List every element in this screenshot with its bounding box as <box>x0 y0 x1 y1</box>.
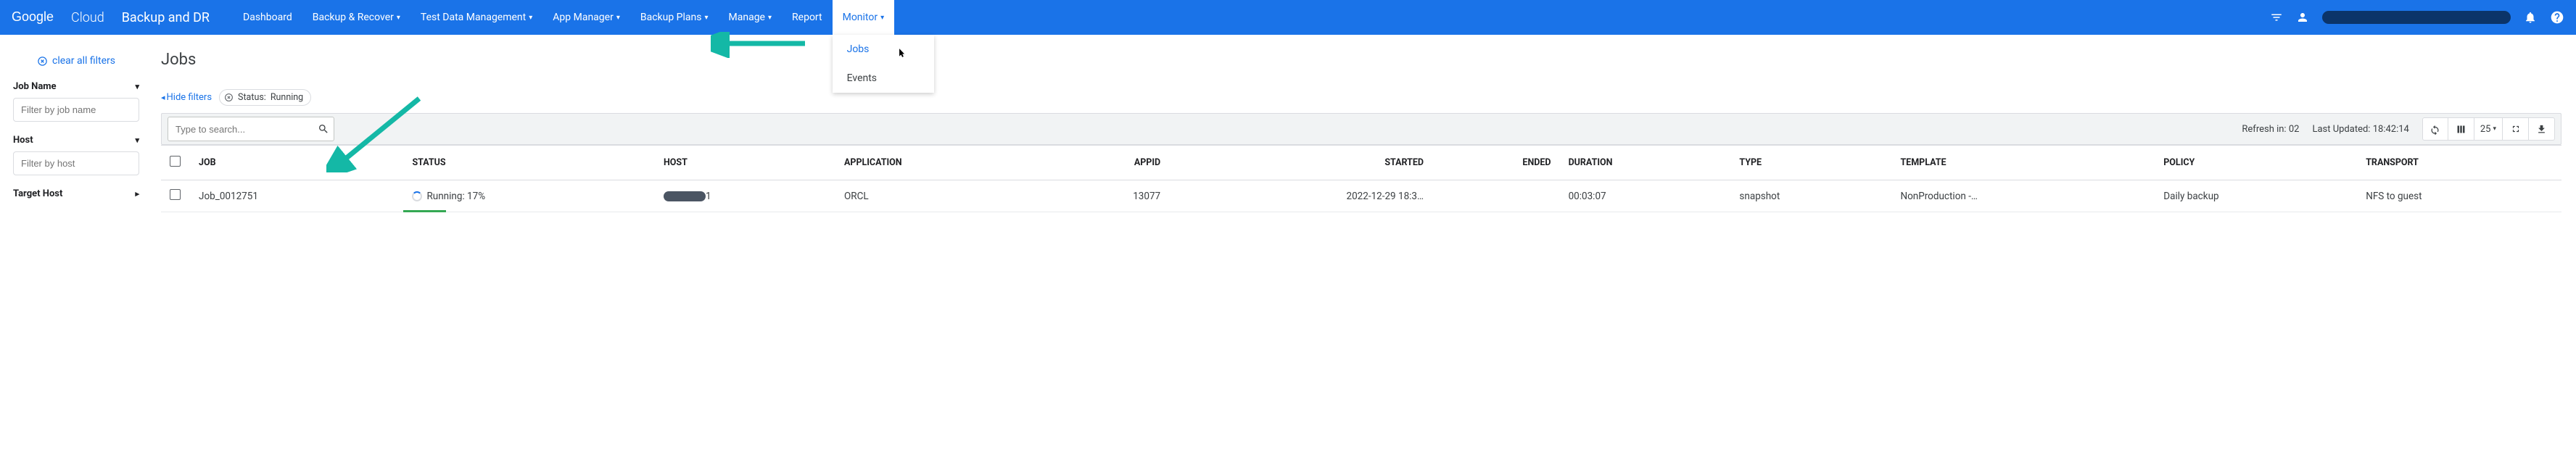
col-appid[interactable]: APPID <box>1044 146 1169 180</box>
logo[interactable]: Google Cloud <box>12 9 104 26</box>
chip-prefix: Status: <box>238 92 266 103</box>
chevron-down-icon: ▾ <box>880 14 884 22</box>
top-navbar: Google Cloud Backup and DR DashboardBack… <box>0 0 2576 35</box>
bell-icon[interactable] <box>2524 11 2537 24</box>
fullscreen-button[interactable] <box>2503 117 2529 141</box>
select-all-checkbox[interactable] <box>170 156 181 167</box>
status-filter-chip[interactable]: Status: Running <box>219 89 311 106</box>
table-row[interactable]: Job_0012751Running: 17%1ORCL130772022-12… <box>161 180 2561 212</box>
search-icon[interactable] <box>310 123 337 135</box>
col-ended[interactable]: ENDED <box>1432 146 1560 180</box>
toolbar-buttons: 25▾ <box>2422 117 2555 141</box>
hide-filters-toggle[interactable]: ◂ Hide filters <box>161 92 212 103</box>
dropdown-item-events[interactable]: Events <box>833 64 934 93</box>
nav-item-monitor[interactable]: Monitor▾JobsEvents <box>833 0 895 35</box>
filter-group-target-host: Target Host▸ <box>13 188 139 199</box>
google-logo-text: Google <box>12 9 65 26</box>
chip-value: Running <box>271 92 303 103</box>
filter-group-host: Host▾ <box>13 135 139 175</box>
col-duration[interactable]: DURATION <box>1560 146 1731 180</box>
col-job[interactable]: JOB <box>190 146 403 180</box>
nav-item-app-manager[interactable]: App Manager▾ <box>542 0 630 35</box>
main-area: clear all filters Job Name▾ Host▾ Target H… <box>0 35 2576 224</box>
search-input[interactable] <box>168 124 310 135</box>
cell-type: snapshot <box>1730 180 1891 212</box>
refresh-countdown: Refresh in: 02 <box>2242 124 2299 135</box>
filter-icon[interactable] <box>2270 11 2283 24</box>
host-redacted <box>664 191 706 201</box>
chip-remove-icon[interactable] <box>224 93 234 102</box>
hide-filters-label: Hide filters <box>167 92 212 103</box>
col-status[interactable]: STATUS <box>403 146 655 180</box>
page-size-select[interactable]: 25▾ <box>2474 117 2503 141</box>
sidebar: clear all filters Job Name▾ Host▾ Target H… <box>0 35 152 224</box>
nav-item-backup-recover[interactable]: Backup & Recover▾ <box>302 0 410 35</box>
chevron-right-icon: ▸ <box>135 189 139 199</box>
clear-all-filters[interactable]: clear all filters <box>13 46 139 81</box>
cloud-logo-text: Cloud <box>71 10 104 25</box>
chevron-down-icon: ▾ <box>704 14 708 22</box>
cell-host: 1 <box>655 180 835 212</box>
search-box[interactable] <box>168 117 334 141</box>
refresh-button[interactable] <box>2422 117 2448 141</box>
chevron-down-icon: ▾ <box>135 82 139 91</box>
user-info-redacted <box>2322 11 2511 24</box>
jobs-table: JOBSTATUSHOSTAPPLICATIONAPPIDSTARTEDENDE… <box>161 145 2561 212</box>
toolbar-row: Refresh in: 02 Last Updated: 18:42:14 25… <box>161 113 2561 145</box>
cell-started: 2022-12-29 18:3… <box>1169 180 1432 212</box>
dropdown-item-jobs[interactable]: Jobs <box>833 35 934 64</box>
cell-application: ORCL <box>835 180 1044 212</box>
help-icon[interactable] <box>2550 10 2564 25</box>
nav-item-test-data-management[interactable]: Test Data Management▾ <box>410 0 542 35</box>
col-application[interactable]: APPLICATION <box>835 146 1044 180</box>
cell-duration: 00:03:07 <box>1560 180 1731 212</box>
col-host[interactable]: HOST <box>655 146 835 180</box>
product-name: Backup and DR <box>122 10 210 25</box>
monitor-dropdown: JobsEvents <box>833 35 934 93</box>
chevron-down-icon: ▾ <box>529 14 532 22</box>
cell-policy: Daily backup <box>2155 180 2357 212</box>
page-title: Jobs <box>161 51 2561 69</box>
cell-appid: 13077 <box>1044 180 1169 212</box>
nav-item-backup-plans[interactable]: Backup Plans▾ <box>630 0 719 35</box>
chevron-down-icon: ▾ <box>616 14 620 22</box>
spinner-icon <box>412 191 422 201</box>
filter-header[interactable]: Target Host▸ <box>13 188 139 199</box>
col-policy[interactable]: POLICY <box>2155 146 2357 180</box>
row-checkbox[interactable] <box>170 189 181 200</box>
cell-job: Job_0012751 <box>190 180 403 212</box>
columns-button[interactable] <box>2448 117 2474 141</box>
chevron-down-icon: ▾ <box>768 14 772 22</box>
filter-header[interactable]: Job Name▾ <box>13 81 139 92</box>
col-started[interactable]: STARTED <box>1169 146 1432 180</box>
cell-status: Running: 17% <box>403 180 655 212</box>
filter-header[interactable]: Host▾ <box>13 135 139 146</box>
content: Jobs ◂ Hide filters Status: Running <box>152 35 2576 224</box>
col-template[interactable]: TEMPLATE <box>1891 146 2155 180</box>
chevron-down-icon: ▾ <box>135 135 139 145</box>
cell-template: NonProduction -… <box>1891 180 2155 212</box>
cell-transport: NFS to guest <box>2357 180 2561 212</box>
nav-right <box>2270 10 2564 25</box>
clear-filters-label: clear all filters <box>52 55 115 67</box>
nav-item-report[interactable]: Report <box>782 0 833 35</box>
user-icon[interactable] <box>2296 11 2309 24</box>
last-updated: Last Updated: 18:42:14 <box>2312 124 2408 135</box>
cell-ended <box>1432 180 1560 212</box>
download-button[interactable] <box>2529 117 2555 141</box>
filter-input-host[interactable] <box>13 151 139 175</box>
cursor-icon <box>896 46 907 59</box>
filter-input-job-name[interactable] <box>13 98 139 122</box>
chevron-down-icon: ▾ <box>397 14 400 22</box>
nav-item-dashboard[interactable]: Dashboard <box>233 0 302 35</box>
nav-item-manage[interactable]: Manage▾ <box>719 0 783 35</box>
col-type[interactable]: TYPE <box>1730 146 1891 180</box>
col-transport[interactable]: TRANSPORT <box>2357 146 2561 180</box>
nav-items: DashboardBackup & Recover▾Test Data Mana… <box>233 0 894 35</box>
filter-bar: ◂ Hide filters Status: Running <box>161 89 2561 106</box>
svg-text:Google: Google <box>12 9 54 24</box>
filter-group-job-name: Job Name▾ <box>13 81 139 122</box>
